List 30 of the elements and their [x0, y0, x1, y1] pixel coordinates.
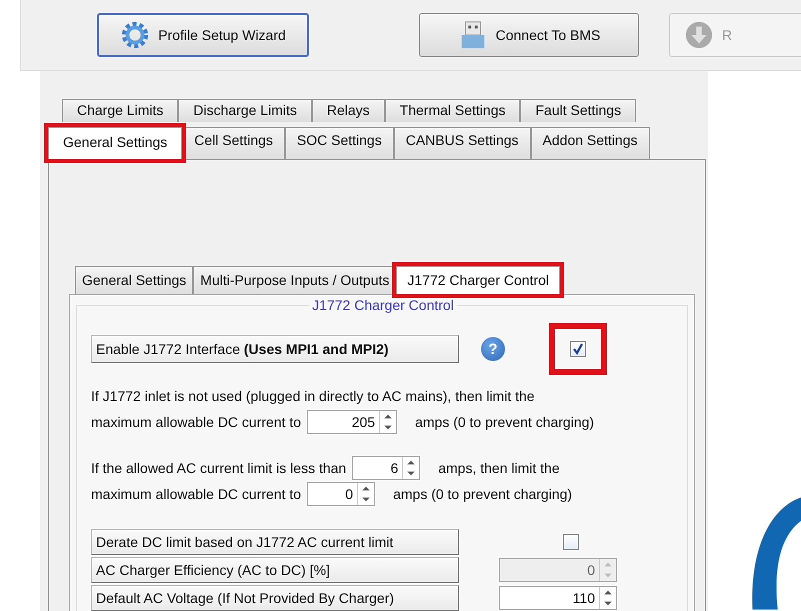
toolbar-button[interactable]: Connect To BMS	[419, 13, 639, 57]
number-field[interactable]: 110	[499, 586, 617, 610]
toolbar-button[interactable]: Profile Setup Wizard	[97, 13, 309, 57]
tab[interactable]: Addon Settings	[530, 127, 650, 159]
tab[interactable]: General Settings	[75, 266, 194, 294]
number-field[interactable]: 0	[307, 482, 376, 506]
tab[interactable]: Charge Limits	[62, 99, 178, 122]
description-text: amps (0 to prevent charging)	[393, 486, 572, 502]
setting-label: Default AC Voltage (If Not Provided By Charger)	[91, 585, 459, 611]
number-field[interactable]: 6	[352, 456, 420, 480]
description-text: If J1772 inlet is not used (plugged in directly to AC mains), then limit the	[91, 388, 535, 404]
description-text: maximum allowable DC current to	[91, 486, 302, 502]
setting-label: AC Charger Efficiency (AC to DC) [%]	[91, 557, 459, 583]
description-text: maximum allowable DC current to	[91, 414, 302, 430]
description-text: If the allowed AC current limit is less than	[91, 460, 346, 476]
gear-icon	[120, 20, 150, 50]
tab[interactable]: SOC Settings	[284, 127, 394, 159]
tab[interactable]: CANBUS Settings	[394, 127, 531, 159]
group-title: J1772 Charger Control	[309, 297, 457, 313]
setting-label: Enable J1772 Interface (Uses MPI1 and MPI2)	[91, 335, 459, 363]
tab[interactable]: Thermal Settings	[384, 99, 520, 122]
description-text: amps (0 to prevent charging)	[415, 414, 594, 430]
checkbox[interactable]	[563, 534, 579, 550]
tab[interactable]: Discharge Limits	[178, 99, 312, 122]
setting-label: Derate DC limit based on J1772 AC current limit	[91, 529, 459, 555]
tab[interactable]: Relays	[312, 99, 385, 122]
description-text: amps, then limit the	[438, 460, 560, 476]
checkbox[interactable]	[570, 341, 586, 357]
number-field[interactable]: 205	[307, 410, 398, 434]
tab[interactable]: Fault Settings	[520, 99, 636, 122]
